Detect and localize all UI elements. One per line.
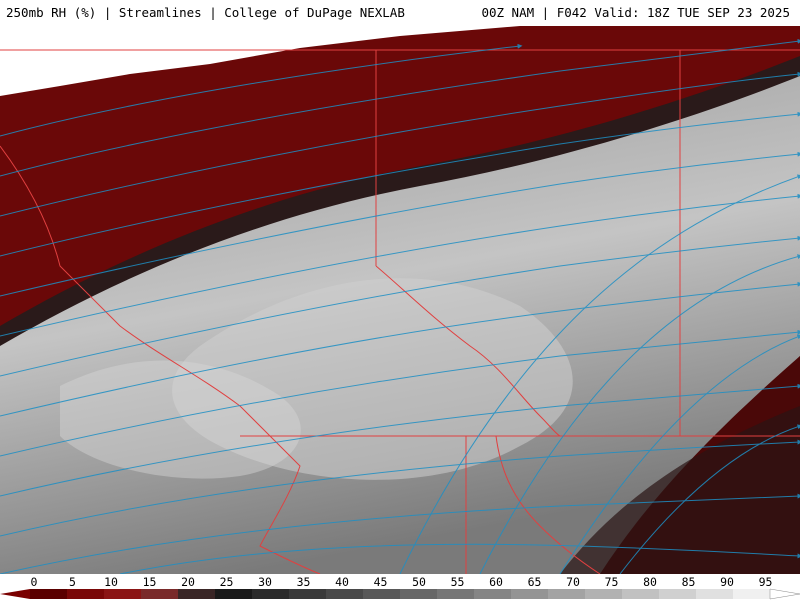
colorbar-segment xyxy=(178,589,215,599)
colorbar-segment xyxy=(141,589,178,599)
colorbar-tick-label: 55 xyxy=(450,575,465,589)
colorbar-tick-label: 85 xyxy=(681,575,696,589)
colorbar-segment xyxy=(437,589,474,599)
colorbar-segment xyxy=(252,589,289,599)
colorbar-segment xyxy=(363,589,400,599)
colorbar-segment xyxy=(400,589,437,599)
colorbar-labels: 0 5 10 15 20 25 30 35 40 45 50 55 60 65 70 75 80 85 90 95 xyxy=(0,574,800,589)
colorbar-segment xyxy=(622,589,659,599)
colorbar-tick-label: 75 xyxy=(604,575,619,589)
colorbar: 0 5 10 15 20 25 30 35 40 45 50 55 60 65 70 75 80 85 90 95 xyxy=(0,574,800,600)
colorbar-tick-label: 95 xyxy=(758,575,773,589)
weather-map xyxy=(0,26,800,574)
colorbar-segment xyxy=(548,589,585,599)
valid-time-label: 00Z NAM | F042 Valid: 18Z TUE SEP 23 202… xyxy=(481,5,790,20)
colorbar-tick-label: 20 xyxy=(181,575,195,589)
colorbar-segment xyxy=(215,589,252,599)
colorbar-tick-label: 90 xyxy=(720,575,734,589)
colorbar-tick-label: 10 xyxy=(104,575,118,589)
colorbar-tick-label: 45 xyxy=(373,575,388,589)
product-title: 250mb RH (%) | Streamlines | College of … xyxy=(6,5,405,20)
colorbar-tick-label: 25 xyxy=(219,575,234,589)
colorbar-tick-label: 65 xyxy=(527,575,542,589)
colorbar-segment xyxy=(733,589,770,599)
colorbar-tick-label: 50 xyxy=(412,575,426,589)
colorbar-right-arrow xyxy=(769,588,800,600)
colorbar-segment xyxy=(474,589,511,599)
colorbar-tick-label: 35 xyxy=(296,575,311,589)
map-header: 250mb RH (%) | Streamlines | College of … xyxy=(0,0,800,26)
colorbar-segment xyxy=(326,589,363,599)
colorbar-tick-label: 60 xyxy=(489,575,503,589)
colorbar-segment xyxy=(696,589,733,599)
colorbar-segment xyxy=(585,589,622,599)
colorbar-segment xyxy=(659,589,696,599)
colorbar-tick-label: 70 xyxy=(566,575,580,589)
colorbar-tick-label: 30 xyxy=(258,575,272,589)
colorbar-segment xyxy=(30,589,67,599)
colorbar-segment xyxy=(67,589,104,599)
colorbar-tick-label: 5 xyxy=(69,575,76,589)
colorbar-segment xyxy=(511,589,548,599)
colorbar-strip xyxy=(0,588,800,600)
colorbar-tick-label: 0 xyxy=(30,575,38,589)
colorbar-tick-label: 40 xyxy=(335,575,349,589)
colorbar-segment xyxy=(289,589,326,599)
colorbar-left-arrow xyxy=(0,589,30,599)
colorbar-tick-label: 80 xyxy=(643,575,657,589)
colorbar-segment xyxy=(104,589,141,599)
colorbar-tick-label: 15 xyxy=(142,575,157,589)
